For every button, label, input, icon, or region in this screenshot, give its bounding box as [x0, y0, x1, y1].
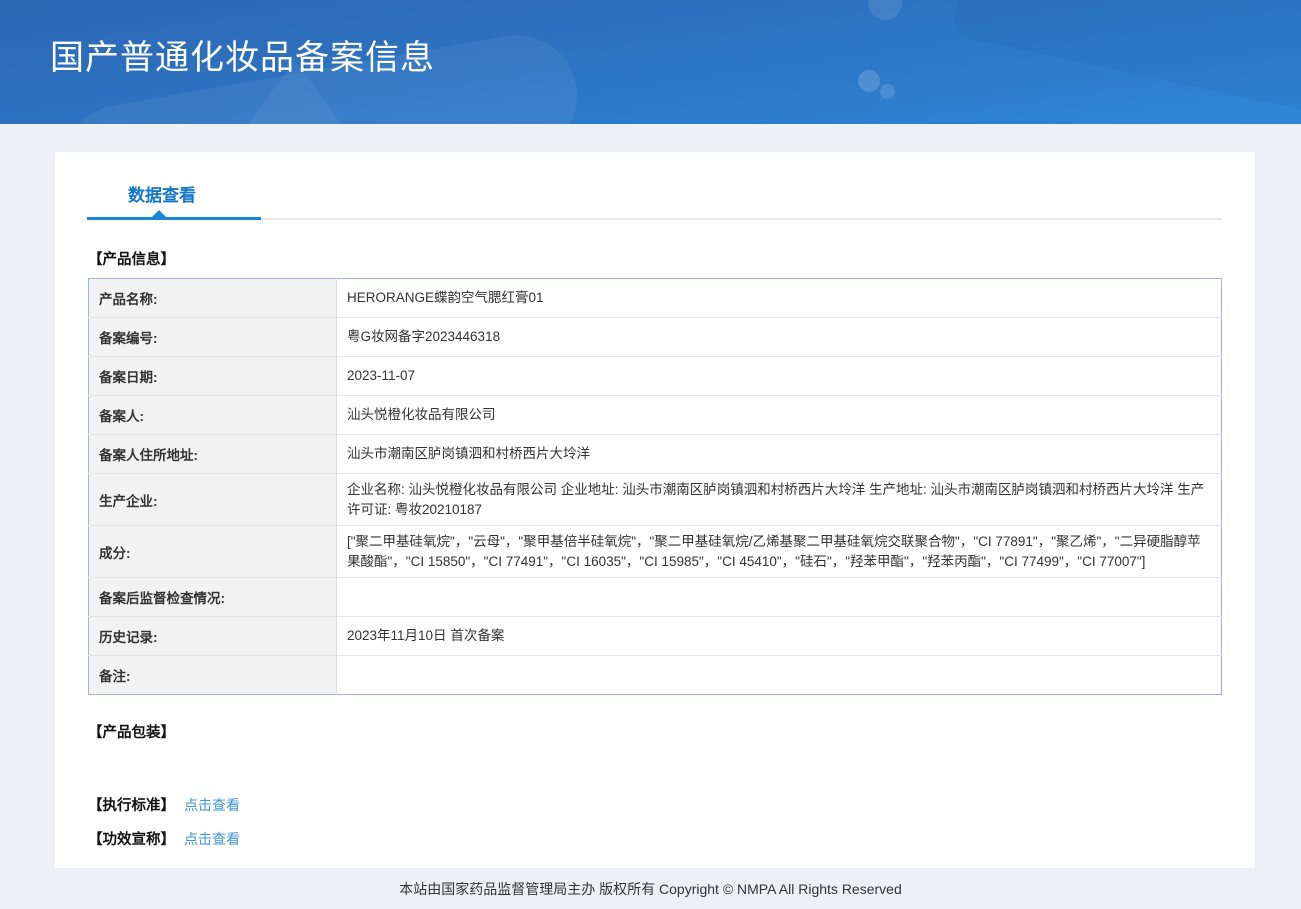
execution-standard-view-link[interactable]: 点击查看 [184, 795, 240, 815]
row-label: 备案人住所地址: [89, 435, 337, 474]
row-value: 粤G妆网备字2023446318 [337, 318, 1222, 357]
row-label: 备案日期: [89, 357, 337, 396]
product-packaging-heading: 【产品包装】 [88, 721, 1222, 742]
row-label: 产品名称: [89, 279, 337, 318]
row-label: 生产企业: [89, 474, 337, 526]
table-row: 备案人:汕头悦橙化妆品有限公司 [89, 396, 1222, 435]
table-row: 成分:["聚二甲基硅氧烷"，"云母"，"聚甲基倍半硅氧烷"，"聚二甲基硅氧烷/乙… [89, 526, 1222, 578]
row-label: 成分: [89, 526, 337, 578]
row-label: 备案后监督检查情况: [89, 578, 337, 617]
page-header-banner: 国产普通化妆品备案信息 [0, 0, 1301, 124]
row-label: 备注: [89, 656, 337, 695]
row-value: 汕头悦橙化妆品有限公司 [337, 396, 1222, 435]
row-value: HERORANGE蝶韵空气腮红膏01 [337, 279, 1222, 318]
row-value [337, 578, 1222, 617]
row-value: 2023-11-07 [337, 357, 1222, 396]
table-row: 备案后监督检查情况: [89, 578, 1222, 617]
tab-active-underline [87, 217, 261, 220]
page-title: 国产普通化妆品备案信息 [0, 0, 1301, 79]
table-row: 产品名称:HERORANGE蝶韵空气腮红膏01 [89, 279, 1222, 318]
page-footer: 本站由国家药品监督管理局主办 版权所有 Copyright © NMPA All… [0, 868, 1301, 909]
product-info-table-body: 产品名称:HERORANGE蝶韵空气腮红膏01备案编号:粤G妆网备字202344… [89, 279, 1222, 695]
efficacy-claim-row: 【功效宣称】 点击查看 [88, 828, 1222, 849]
efficacy-claim-heading: 【功效宣称】 [88, 828, 175, 849]
row-value: 2023年11月10日 首次备案 [337, 617, 1222, 656]
row-value: 企业名称: 汕头悦橙化妆品有限公司 企业地址: 汕头市潮南区胪岗镇泗和村桥西片大… [337, 474, 1222, 526]
table-row: 历史记录:2023年11月10日 首次备案 [89, 617, 1222, 656]
row-label: 备案人: [89, 396, 337, 435]
table-row: 备案日期:2023-11-07 [89, 357, 1222, 396]
content-card: 数据查看 【产品信息】 产品名称:HERORANGE蝶韵空气腮红膏01备案编号:… [55, 152, 1255, 868]
product-info-heading: 【产品信息】 [88, 248, 1222, 269]
row-value: ["聚二甲基硅氧烷"，"云母"，"聚甲基倍半硅氧烷"，"聚二甲基硅氧烷/乙烯基聚… [337, 526, 1222, 578]
execution-standard-row: 【执行标准】 点击查看 [88, 794, 1222, 815]
row-label: 历史记录: [89, 617, 337, 656]
efficacy-claim-view-link[interactable]: 点击查看 [184, 829, 240, 849]
table-row: 备案人住所地址:汕头市潮南区胪岗镇泗和村桥西片大坽洋 [89, 435, 1222, 474]
execution-standard-heading: 【执行标准】 [88, 794, 175, 815]
tab-active-caret-icon [151, 210, 167, 218]
table-row: 备案编号:粤G妆网备字2023446318 [89, 318, 1222, 357]
banner-decoration-circle [880, 84, 895, 99]
tab-rule [88, 218, 1222, 220]
copyright-text: 本站由国家药品监督管理局主办 版权所有 Copyright © NMPA All… [399, 879, 901, 899]
row-value: 汕头市潮南区胪岗镇泗和村桥西片大坽洋 [337, 435, 1222, 474]
table-row: 备注: [89, 656, 1222, 695]
product-info-table: 产品名称:HERORANGE蝶韵空气腮红膏01备案编号:粤G妆网备字202344… [88, 278, 1222, 695]
tabs-bar: 数据查看 [55, 152, 1255, 220]
row-label: 备案编号: [89, 318, 337, 357]
row-value [337, 656, 1222, 695]
table-row: 生产企业:企业名称: 汕头悦橙化妆品有限公司 企业地址: 汕头市潮南区胪岗镇泗和… [89, 474, 1222, 526]
